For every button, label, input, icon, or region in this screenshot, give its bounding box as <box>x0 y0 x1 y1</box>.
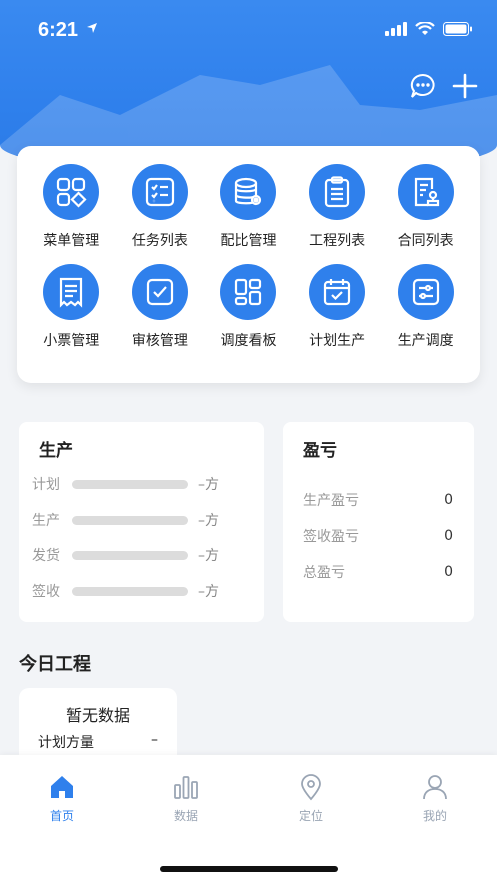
tab-label: 我的 <box>422 809 447 823</box>
machinery-background-image <box>0 65 497 155</box>
checklist-icon <box>131 164 188 220</box>
signal-icon <box>385 22 407 36</box>
menu-label: 菜单管理 <box>43 233 100 249</box>
row-label: 生产 <box>32 513 60 529</box>
production-title: 生产 <box>39 441 73 461</box>
tab-label: 数据 <box>173 809 198 823</box>
tab-profile[interactable]: 我的 <box>395 773 475 824</box>
row-label: 发货 <box>32 548 60 564</box>
status-indicators <box>385 22 473 36</box>
check-square-icon <box>131 264 188 320</box>
menu-item-menu-management[interactable]: 菜单管理 <box>27 164 116 250</box>
location-pin-icon <box>301 774 321 801</box>
receipt-icon <box>43 264 100 320</box>
plan-volume-label: 计划方量 <box>38 735 94 751</box>
menu-item-contract-list[interactable]: 合同列表 <box>381 164 470 250</box>
menu-label: 配比管理 <box>220 233 277 249</box>
plan-volume-row: 计划方量 – <box>38 732 158 752</box>
database-gear-icon <box>220 164 277 220</box>
bar-chart-icon <box>174 776 198 799</box>
menu-label: 工程列表 <box>309 233 366 249</box>
menu-label: 生产调度 <box>397 333 454 349</box>
profit-loss-row-production: 生产盈亏 0 <box>303 490 453 510</box>
row-value: –方 <box>198 477 219 493</box>
menu-item-task-list[interactable]: 任务列表 <box>116 164 205 250</box>
menu-item-receipt-management[interactable]: 小票管理 <box>27 264 116 350</box>
menu-label: 小票管理 <box>43 333 100 349</box>
production-row-signed: 签收 –方 <box>32 581 252 601</box>
tab-data[interactable]: 数据 <box>146 773 226 824</box>
status-bar: 6:21 <box>0 0 497 60</box>
production-card[interactable]: 生产 计划 –方 生产 –方 发货 –方 签收 –方 <box>19 422 264 622</box>
wifi-icon <box>415 22 435 35</box>
row-label: 签收 <box>32 584 60 600</box>
tab-label: 首页 <box>49 809 74 823</box>
row-value: 0 <box>444 492 453 508</box>
menu-item-project-list[interactable]: 工程列表 <box>293 164 382 250</box>
progress-bar <box>72 479 188 489</box>
menu-label: 合同列表 <box>397 233 454 249</box>
production-row-plan: 计划 –方 <box>32 474 252 494</box>
empty-state-text: 暂无数据 <box>65 706 130 725</box>
row-label: 总盈亏 <box>303 565 345 581</box>
row-value: –方 <box>198 584 219 600</box>
quick-menu-card: 菜单管理 任务列表 配比管理 工程列表 合同列表 小票管理 审核管理 调度看板 … <box>17 146 480 383</box>
status-time: 6:21 <box>38 19 79 41</box>
row-value: –方 <box>198 513 219 529</box>
menu-item-review-management[interactable]: 审核管理 <box>116 264 205 350</box>
row-label: 签收盈亏 <box>303 529 359 545</box>
progress-bar <box>72 515 188 525</box>
bottom-tab-bar: 首页 数据 定位 我的 <box>0 755 497 883</box>
profit-loss-row-total: 总盈亏 0 <box>303 562 453 582</box>
menu-item-production-dispatch[interactable]: 生产调度 <box>381 264 470 350</box>
plan-volume-value: – <box>151 732 158 748</box>
menu-label: 计划生产 <box>309 333 366 349</box>
message-icon[interactable] <box>409 72 437 100</box>
sliders-icon <box>397 264 454 320</box>
add-icon[interactable] <box>451 72 479 100</box>
clipboard-list-icon <box>309 164 366 220</box>
contract-stamp-icon <box>397 164 454 220</box>
progress-bar <box>72 550 188 560</box>
user-icon <box>423 775 447 800</box>
tab-home[interactable]: 首页 <box>22 773 102 824</box>
tab-label: 定位 <box>298 809 323 823</box>
menu-label: 审核管理 <box>131 333 188 349</box>
profit-loss-card[interactable]: 盈亏 生产盈亏 0 签收盈亏 0 总盈亏 0 <box>283 422 474 622</box>
dashboard-icon <box>220 264 277 320</box>
profit-loss-title: 盈亏 <box>303 441 337 461</box>
menu-label: 任务列表 <box>131 233 188 249</box>
menu-item-ratio-management[interactable]: 配比管理 <box>204 164 293 250</box>
calendar-check-icon <box>309 264 366 320</box>
production-row-produced: 生产 –方 <box>32 510 252 530</box>
progress-bar <box>72 586 188 596</box>
menu-label: 调度看板 <box>220 333 277 349</box>
menu-item-dispatch-board[interactable]: 调度看板 <box>204 264 293 350</box>
row-label: 计划 <box>32 477 60 493</box>
grid-apps-icon <box>43 164 100 220</box>
row-value: 0 <box>444 564 453 580</box>
production-row-shipped: 发货 –方 <box>32 545 252 565</box>
home-indicator <box>160 866 338 872</box>
menu-item-planned-production[interactable]: 计划生产 <box>293 264 382 350</box>
row-value: –方 <box>198 548 219 564</box>
today-projects-title: 今日工程 <box>19 654 91 675</box>
home-icon <box>51 776 73 798</box>
profit-loss-row-signed: 签收盈亏 0 <box>303 526 453 546</box>
row-value: 0 <box>444 528 453 544</box>
tab-location[interactable]: 定位 <box>271 773 351 824</box>
row-label: 生产盈亏 <box>303 493 359 509</box>
battery-icon <box>443 22 472 36</box>
location-arrow-icon <box>87 23 97 33</box>
